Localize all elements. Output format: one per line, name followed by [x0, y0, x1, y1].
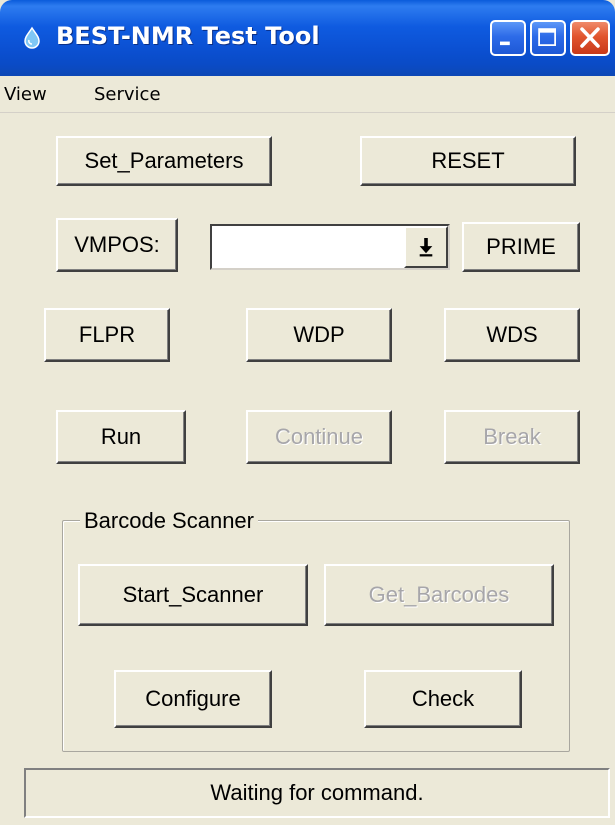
maximize-button[interactable] — [530, 20, 566, 56]
close-button[interactable] — [570, 20, 610, 56]
break-button: Break — [444, 410, 580, 464]
minimize-button[interactable] — [490, 20, 526, 56]
status-text: Waiting for command. — [210, 780, 424, 805]
wds-button[interactable]: WDS — [444, 308, 580, 362]
menu-service[interactable]: Service — [94, 84, 161, 105]
menu-view[interactable]: View — [4, 84, 47, 105]
check-button[interactable]: Check — [364, 670, 522, 728]
prime-button[interactable]: PRIME — [462, 222, 580, 272]
close-icon — [580, 27, 600, 48]
wdp-button[interactable]: WDP — [246, 308, 392, 362]
drop-icon — [20, 26, 44, 50]
status-bar: Waiting for command. — [24, 768, 610, 818]
run-button[interactable]: Run — [56, 410, 186, 464]
minimize-icon — [500, 41, 510, 46]
window-title: BEST-NMR Test Tool — [56, 22, 320, 50]
vmpos-combo[interactable] — [210, 224, 450, 270]
set-parameters-button[interactable]: Set_Parameters — [56, 136, 272, 186]
maximize-icon — [538, 28, 556, 46]
vmpos-combo-field[interactable] — [212, 226, 402, 268]
get-barcodes-button: Get_Barcodes — [324, 564, 554, 626]
dropdown-arrow-icon — [419, 238, 433, 257]
start-scanner-button[interactable]: Start_Scanner — [78, 564, 308, 626]
vmpos-button[interactable]: VMPOS: — [56, 218, 178, 272]
configure-button[interactable]: Configure — [114, 670, 272, 728]
app-window: BEST-NMR Test Tool View Service Set_Para… — [0, 0, 615, 825]
combo-dropdown-button[interactable] — [404, 226, 448, 268]
continue-button: Continue — [246, 410, 392, 464]
menu-bar: View Service — [0, 76, 615, 113]
title-bar[interactable]: BEST-NMR Test Tool — [0, 0, 615, 76]
flpr-button[interactable]: FLPR — [44, 308, 170, 362]
reset-button[interactable]: RESET — [360, 136, 576, 186]
barcode-scanner-title: Barcode Scanner — [80, 508, 258, 534]
